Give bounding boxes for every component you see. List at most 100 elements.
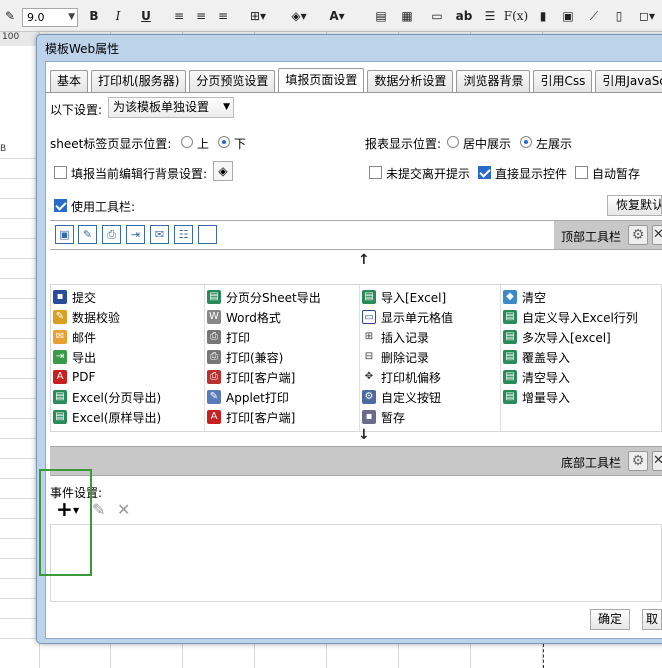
item-excel-original[interactable]: ▤ Excel(原样导出)	[51, 407, 206, 427]
gear-icon[interactable]: ⚙	[628, 451, 648, 471]
item-overwrite-import[interactable]: ▤ 覆盖导入	[501, 347, 656, 367]
grid-line	[0, 278, 40, 279]
setting-select-value: 为该模板单独设置	[113, 100, 210, 114]
item-export[interactable]: ⇥ 导出	[51, 347, 206, 367]
auto-save-checkbox[interactable]	[575, 166, 588, 179]
excel-icon: ▤	[503, 390, 517, 404]
image-icon[interactable]: ▣	[558, 6, 578, 26]
pen-icon[interactable]: ✎	[78, 225, 97, 244]
item-insert-record[interactable]: ⊞ 插入记录	[360, 327, 515, 347]
item-custom-import[interactable]: ▤ 自定义导入Excel行列	[501, 307, 656, 327]
sheet-position-top-radio[interactable]	[181, 136, 193, 148]
item-clear-import[interactable]: ▤ 清空导入	[501, 367, 656, 387]
item-mail[interactable]: ✉ 邮件	[51, 327, 206, 347]
tab-data-analysis[interactable]: 数据分析设置	[367, 70, 454, 92]
font-size-select[interactable]: 9.0 ▼	[22, 8, 78, 27]
close-icon[interactable]: ✕	[652, 451, 662, 471]
report-position-left-radio[interactable]	[520, 136, 532, 148]
tab-javascript[interactable]: 引用JavaScript	[595, 70, 662, 92]
formula-icon[interactable]: F(x)	[504, 6, 528, 26]
border-icon[interactable]: ⊞▾	[246, 6, 270, 26]
report-position-label: 报表显示位置:	[365, 137, 442, 151]
item-word[interactable]: W Word格式	[205, 307, 360, 327]
underline-icon[interactable]: U	[138, 6, 154, 26]
gear-icon[interactable]: ⚙	[628, 225, 648, 245]
tab-fill-page-settings[interactable]: 填报页面设置	[278, 68, 365, 92]
use-toolbar-checkbox[interactable]	[54, 199, 67, 212]
item-print[interactable]: ⎙ 打印	[205, 327, 360, 347]
grid-line	[0, 378, 40, 379]
item-pdf[interactable]: A PDF	[51, 367, 206, 387]
mail-icon[interactable]: ✉	[150, 225, 169, 244]
align-left-icon[interactable]: ≡	[170, 6, 188, 26]
item-import-excel[interactable]: ▤ 导入[Excel]	[360, 287, 515, 307]
align-right-icon[interactable]: ≡	[214, 6, 232, 26]
merge-icon[interactable]: ▤	[372, 6, 390, 26]
tab-page-preview[interactable]: 分页预览设置	[189, 70, 276, 92]
paint-bucket-icon[interactable]: ◈	[213, 161, 233, 181]
item-temp-save[interactable]: ▪ 暂存	[360, 407, 515, 427]
item-print-compat[interactable]: ⎙ 打印(兼容)	[205, 347, 360, 367]
text-icon[interactable]: ab	[454, 6, 474, 26]
item-print-client-2[interactable]: A 打印[客户端]	[205, 407, 360, 427]
edit-row-bg-checkbox[interactable]	[54, 166, 67, 179]
tab-browser-background[interactable]: 浏览器背景	[456, 70, 531, 92]
widget-icon[interactable]: ▯	[610, 6, 628, 26]
tab-basic[interactable]: 基本	[50, 70, 89, 92]
split-icon[interactable]: ▦	[398, 6, 416, 26]
italic-icon[interactable]: I	[110, 6, 126, 26]
report-position-center-radio[interactable]	[447, 136, 459, 148]
item-multi-import[interactable]: ▤ 多次导入[excel]	[501, 327, 656, 347]
tab-css[interactable]: 引用Css	[533, 70, 593, 92]
excel-icon: ▤	[503, 370, 517, 384]
top-toolbar-label: 顶部工具栏	[561, 230, 622, 244]
sheet-position-bottom-radio[interactable]	[218, 136, 230, 148]
column-header: 100	[0, 32, 40, 46]
rich-text-icon[interactable]: ☰	[480, 6, 500, 26]
paint-icon[interactable]: ✎	[2, 6, 18, 26]
print-icon[interactable]: ⎙	[102, 225, 121, 244]
item-show-cell-value[interactable]: ▭ 显示单元格值	[360, 307, 515, 327]
close-icon[interactable]: ✕	[652, 225, 662, 245]
item-data-check[interactable]: ✎ 数据校验	[51, 307, 206, 327]
arrow-up-icon[interactable]: ↑	[358, 252, 370, 268]
item-delete-record[interactable]: ⊟ 删除记录	[360, 347, 515, 367]
item-clear[interactable]: ◆ 清空	[501, 287, 656, 307]
item-label: PDF	[72, 370, 96, 384]
chart-icon[interactable]: ▮	[534, 6, 552, 26]
ok-button[interactable]: 确定	[590, 609, 630, 630]
delete-icon[interactable]: ✕	[117, 500, 130, 519]
item-incremental-import[interactable]: ▤ 增量导入	[501, 387, 656, 407]
item-print-client[interactable]: ⎙ 打印[客户端]	[205, 367, 360, 387]
edit-icon[interactable]: ✎	[92, 500, 105, 519]
unsaved-leave-checkbox[interactable]	[369, 166, 382, 179]
list-icon[interactable]: ☷	[174, 225, 193, 244]
export-icon: ⇥	[53, 350, 67, 364]
export-icon[interactable]: ⇥	[126, 225, 145, 244]
slash-icon[interactable]: ⟋	[584, 6, 604, 26]
item-submit[interactable]: ▪ 提交	[51, 287, 206, 307]
tab-printer-server[interactable]: 打印机(服务器)	[91, 70, 187, 92]
blank-icon[interactable]	[198, 225, 217, 244]
restore-default-button[interactable]: 恢复默认	[607, 195, 662, 216]
setting-select[interactable]: 为该模板单独设置 ▼	[108, 97, 234, 118]
sheet-position-label: sheet标签页显示位置:	[50, 137, 172, 151]
item-label: 清空导入	[522, 370, 571, 385]
item-custom-button[interactable]: ⚙ 自定义按钮	[360, 387, 515, 407]
item-excel-page[interactable]: ▤ Excel(分页导出)	[51, 387, 206, 407]
save-icon[interactable]: ▣	[55, 225, 74, 244]
item-printer-offset[interactable]: ✥ 打印机偏移	[360, 367, 515, 387]
item-applet-print[interactable]: ✎ Applet打印	[205, 387, 360, 407]
insert-row-icon[interactable]: ▭	[428, 6, 446, 26]
direct-show-checkbox[interactable]	[478, 166, 491, 179]
item-page-sheet-export[interactable]: ▤ 分页分Sheet导出	[205, 287, 360, 307]
event-list[interactable]	[50, 524, 662, 602]
align-center-icon[interactable]: ≡	[192, 6, 210, 26]
fill-color-icon[interactable]: ◈▾	[284, 6, 314, 26]
frame-icon[interactable]: ◻▾	[634, 6, 660, 26]
item-label: Word格式	[226, 310, 281, 325]
cancel-button[interactable]: 取消	[642, 609, 662, 630]
arrow-down-icon[interactable]: ↓	[358, 427, 370, 443]
bold-icon[interactable]: B	[86, 6, 102, 26]
font-color-icon[interactable]: A▾	[322, 6, 352, 26]
